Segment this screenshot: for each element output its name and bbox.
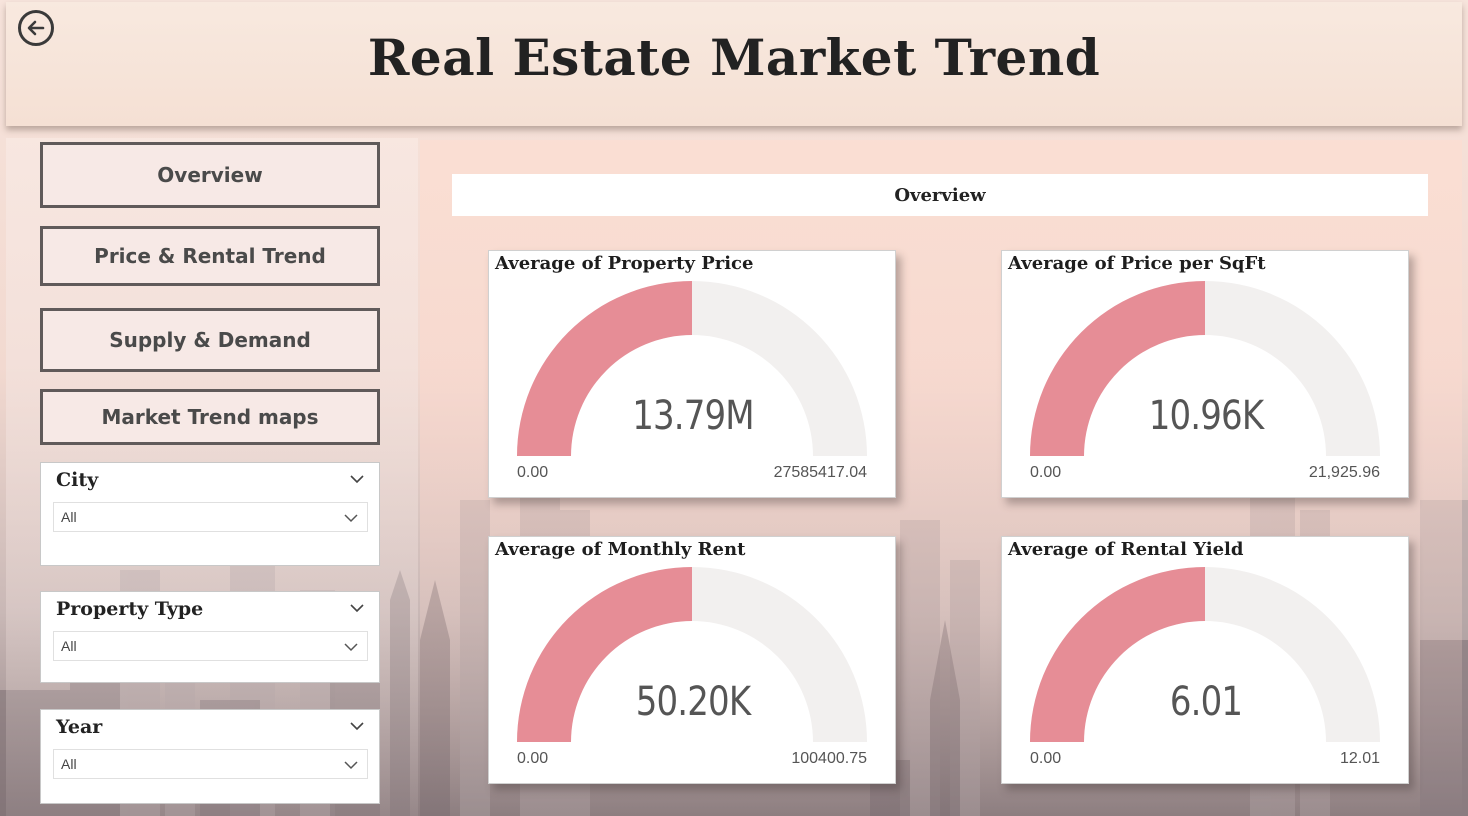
chevron-down-icon bbox=[344, 514, 358, 523]
year-dropdown-value: All bbox=[61, 756, 77, 772]
gauge-min-label: 0.00 bbox=[1030, 464, 1062, 481]
property-type-slicer: Property Type All bbox=[40, 591, 380, 683]
gauge-value: 13.79M bbox=[632, 393, 754, 439]
gauge-card-monthly-rent[interactable]: Average of Monthly Rent 50.20K 0.00 1004… bbox=[488, 536, 896, 784]
section-title: Overview bbox=[452, 174, 1428, 216]
property-type-dropdown[interactable]: All bbox=[53, 631, 368, 661]
chevron-down-icon[interactable] bbox=[349, 602, 365, 614]
nav-price-rental-button[interactable]: Price & Rental Trend bbox=[40, 226, 380, 286]
page-title: Real Estate Market Trend bbox=[367, 28, 1101, 87]
gauge-chart bbox=[517, 281, 867, 456]
chevron-down-icon[interactable] bbox=[349, 473, 365, 485]
chevron-down-icon bbox=[344, 761, 358, 770]
gauge-chart bbox=[1030, 281, 1380, 456]
year-slicer: Year All bbox=[40, 709, 380, 804]
gauge-chart bbox=[517, 567, 867, 742]
city-slicer-title: City bbox=[56, 469, 99, 491]
nav-market-maps-button[interactable]: Market Trend maps bbox=[40, 389, 380, 445]
gauge-min-label: 0.00 bbox=[517, 750, 549, 767]
gauge-card-rental-yield[interactable]: Average of Rental Yield 6.01 0.00 12.01 bbox=[1001, 536, 1409, 784]
gauge-value: 10.96K bbox=[1148, 393, 1264, 439]
chevron-down-icon bbox=[344, 643, 358, 652]
nav-overview-button[interactable]: Overview bbox=[40, 142, 380, 208]
year-dropdown[interactable]: All bbox=[53, 749, 368, 779]
gauge-value: 6.01 bbox=[1169, 679, 1243, 725]
property-type-dropdown-value: All bbox=[61, 638, 77, 654]
property-type-slicer-title: Property Type bbox=[56, 598, 204, 620]
chevron-down-icon[interactable] bbox=[349, 720, 365, 732]
gauge-chart bbox=[1030, 567, 1380, 742]
year-slicer-title: Year bbox=[56, 716, 103, 738]
gauge-min-label: 0.00 bbox=[1030, 750, 1062, 767]
gauge-card-price-per-sqft[interactable]: Average of Price per SqFt 10.96K 0.00 21… bbox=[1001, 250, 1409, 498]
gauge-max-label: 12.01 bbox=[1339, 750, 1380, 767]
nav-supply-demand-button[interactable]: Supply & Demand bbox=[40, 308, 380, 372]
gauge-max-label: 21,925.96 bbox=[1308, 464, 1380, 481]
city-dropdown-value: All bbox=[61, 509, 77, 525]
gauge-card-property-price[interactable]: Average of Property Price 13.79M 0.00 27… bbox=[488, 250, 896, 498]
city-slicer: City All bbox=[40, 462, 380, 566]
city-dropdown[interactable]: All bbox=[53, 502, 368, 532]
gauge-min-label: 0.00 bbox=[517, 464, 549, 481]
gauge-max-label: 27585417.04 bbox=[773, 464, 867, 481]
gauge-value: 50.20K bbox=[635, 679, 751, 725]
gauge-max-label: 100400.75 bbox=[791, 750, 867, 767]
